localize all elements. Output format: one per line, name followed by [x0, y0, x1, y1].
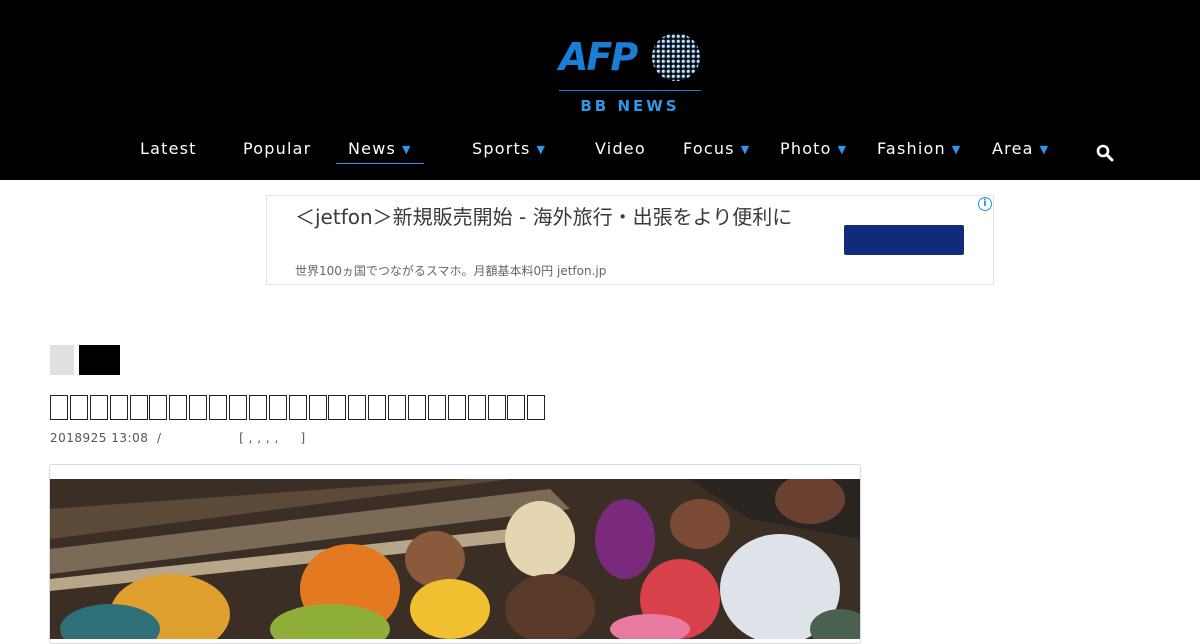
nav-item-focus[interactable]: Focus ▼	[683, 136, 750, 164]
logo-subtitle: BB NEWS	[580, 97, 680, 115]
article-meta: 2018925 13:08 / [ , , , , ]	[50, 431, 306, 445]
nav-item-fashion[interactable]: Fashion ▼	[877, 136, 961, 164]
ad-headline[interactable]: ＜jetfon＞新規販売開始 - 海外旅行・出張をより便利に	[295, 204, 795, 230]
title-glyph-box	[69, 395, 88, 420]
title-glyph-box	[427, 395, 446, 420]
chevron-down-icon: ▼	[837, 143, 848, 156]
nav-label: Fashion	[877, 139, 946, 158]
nav-label: Photo	[780, 139, 832, 158]
article-title	[50, 392, 547, 426]
nav-item-popular[interactable]: Popular	[243, 136, 311, 164]
title-glyph-box	[149, 395, 168, 420]
nav-item-sports[interactable]: Sports ▼	[472, 136, 546, 164]
nav-label: Sports	[472, 139, 531, 158]
title-glyph-box	[368, 395, 387, 420]
title-glyph-box	[109, 395, 128, 420]
title-glyph-box	[328, 395, 347, 420]
ad-info-icon[interactable]: i	[978, 197, 992, 211]
search-icon[interactable]	[1096, 144, 1114, 162]
chevron-down-icon: ▼	[1039, 143, 1050, 156]
chevron-down-icon: ▼	[951, 143, 962, 156]
advertisement-banner[interactable]: ＜jetfon＞新規販売開始 - 海外旅行・出張をより便利に 世界100ヵ国でつ…	[266, 195, 994, 285]
nav-item-news[interactable]: News ▼	[336, 136, 424, 164]
title-glyph-box	[129, 395, 148, 420]
nav-label: Video	[595, 139, 646, 158]
nav-item-photo[interactable]: Photo ▼	[780, 136, 847, 164]
title-glyph-box	[169, 395, 188, 420]
title-glyph-box	[447, 395, 466, 420]
logo-mark: AFP	[559, 35, 638, 79]
title-glyph-box	[209, 395, 228, 420]
title-glyph-box	[288, 395, 307, 420]
title-glyph-box	[507, 395, 526, 420]
title-glyph-box	[229, 395, 248, 420]
title-glyph-box	[467, 395, 486, 420]
refugee-boat-photo-icon	[50, 479, 860, 639]
title-glyph-box	[50, 395, 68, 420]
ad-description: 世界100ヵ国でつながるスマホ。月額基本料0円 jetfon.jp	[295, 264, 607, 278]
title-glyph-box	[189, 395, 208, 420]
nav-item-latest[interactable]: Latest	[140, 136, 197, 164]
title-glyph-box	[487, 395, 506, 420]
nav-label: Focus	[683, 139, 735, 158]
logo-divider	[559, 90, 701, 91]
title-glyph-box	[388, 395, 407, 420]
main-nav: Latest Popular News ▼ Sports ▼ Video Focus…	[0, 136, 1200, 166]
title-glyph-box	[527, 395, 546, 420]
afp-bb-news-logo[interactable]: AFP BB NEWS	[559, 29, 701, 119]
chevron-down-icon: ▼	[536, 143, 547, 156]
nav-label: Popular	[243, 139, 312, 158]
ad-cta-button[interactable]	[844, 225, 964, 255]
nav-item-area[interactable]: Area ▼	[992, 136, 1049, 164]
title-glyph-box	[408, 395, 427, 420]
chevron-down-icon: ▼	[740, 143, 751, 156]
nav-label: News	[348, 139, 397, 158]
site-header: AFP BB NEWS Latest Popular News ▼ Sports…	[0, 0, 1200, 180]
category-tag-active[interactable]	[79, 345, 120, 375]
title-glyph-box	[89, 395, 108, 420]
nav-label: Area	[992, 139, 1034, 158]
chevron-down-icon: ▼	[402, 143, 412, 156]
article-photo[interactable]	[50, 479, 860, 639]
title-glyph-box	[248, 395, 267, 420]
title-glyph-box	[308, 395, 327, 420]
nav-label: Latest	[140, 139, 197, 158]
category-tag[interactable]	[50, 345, 74, 375]
title-glyph-box	[268, 395, 287, 420]
title-glyph-box	[348, 395, 367, 420]
globe-icon	[652, 33, 700, 81]
nav-item-video[interactable]: Video	[595, 136, 646, 164]
